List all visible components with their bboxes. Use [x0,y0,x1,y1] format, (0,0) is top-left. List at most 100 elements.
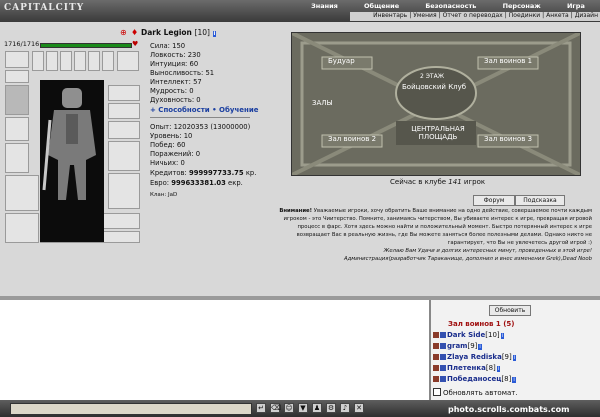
info-draws: Ничьих: 0 [150,159,185,167]
slot-earring[interactable] [74,51,86,71]
slot-bracer[interactable] [117,51,139,71]
map-floor2[interactable]: 2 ЭТАЖ [420,73,444,80]
stat-endurance: Выносливость: 51 [150,69,215,77]
map-room-hall2[interactable]: Зал воинов 2 [328,135,376,143]
filter-icon[interactable]: ▼ [298,403,308,413]
slot-bracers-r[interactable] [108,121,140,139]
info-losses: Поражений: 0 [150,150,201,158]
info-icon[interactable]: i [212,31,217,37]
map-room-hall1[interactable]: Зал воинов 1 [484,57,532,65]
menu-security[interactable]: Безопасность [425,2,476,11]
settings-icon[interactable]: ⚙ [326,403,336,413]
slot-ring2[interactable] [46,51,58,71]
slot-belt[interactable] [102,51,114,71]
training-link[interactable]: • Обучение [212,106,258,114]
slot-shield-right[interactable] [108,173,140,209]
submenu-design[interactable]: Дизайн [575,12,598,21]
map-room-hall3[interactable]: Зал воинов 3 [484,135,532,143]
slot-weapon-left[interactable] [5,143,29,173]
info-level: Уровень: 10 [150,132,193,140]
align-icon [440,343,446,349]
watermark: photo.scrolls.combats.com [448,405,570,414]
slot-mask[interactable] [5,85,29,115]
forum-button[interactable]: Форум [473,195,515,206]
clan-icon [433,376,439,382]
exit-icon[interactable]: ✕ [354,403,364,413]
logo: CAPITALCITY [4,3,85,13]
align-icon [440,365,446,371]
chat-input[interactable] [10,403,252,415]
menu-character[interactable]: Персонаж [503,2,541,11]
slot-boots[interactable] [5,213,39,243]
clan-icon [433,343,439,349]
submenu-transfers[interactable]: Отчет о переводах [443,12,503,21]
stat-intellect: Интеллект: 57 [150,78,202,86]
submenu-fights[interactable]: Поединки [509,12,540,21]
clan-label: Клан: JaD [150,192,178,198]
info-icon[interactable]: i [512,377,516,383]
sound-icon[interactable]: ♪ [340,403,350,413]
hp-fill [40,43,132,48]
location-map[interactable]: Будуар Зал воинов 1 Зал воинов 2 Зал вои… [291,31,581,177]
room-title: Зал воинов 1 (5) [448,320,515,328]
stat-wisdom: Мудрость: 0 [150,87,194,95]
slot-ring-r1[interactable] [108,85,140,101]
slot-gloves[interactable] [5,70,29,83]
help-button[interactable]: Подсказка [515,195,565,206]
player-row[interactable]: gram[9] i [433,342,482,350]
menu-game[interactable]: Игра [567,2,585,11]
hp-text: 1716/1716 [4,40,40,48]
submenu-profile[interactable]: Анкета [546,12,569,21]
slot-ring-r2[interactable] [108,103,140,119]
send-icon[interactable]: ↵ [256,403,266,413]
player-row[interactable]: Zlaya Rediska[9] i [433,353,517,361]
player-row[interactable]: Плетенка[8] i [433,364,501,372]
abilities-link[interactable]: + Способности [150,106,210,114]
character-name-text: Dark Legion [141,28,192,37]
auto-refresh-toggle[interactable]: Обновлять автомат. [433,388,518,397]
info-euro: Евро: 999633381.03 екр. [150,179,243,187]
align-icon [440,354,446,360]
info-icon[interactable]: i [478,344,482,350]
refresh-button[interactable]: Обновить [489,305,531,316]
submenu-inventory[interactable]: Инвентарь [373,12,407,21]
character-avatar [40,80,104,242]
clan-emblem-icon[interactable]: ⊕ [120,28,127,37]
slot-shield[interactable] [5,117,29,141]
menu-communication[interactable]: Общение [364,2,399,11]
align-icon [440,376,446,382]
info-icon[interactable]: i [512,355,517,361]
map-central-square[interactable]: ЦЕНТРАЛЬНАЯ ПЛОЩАДЬ [404,125,472,141]
character-level: [10] [194,28,210,37]
slot-ring1[interactable] [32,51,44,71]
checkbox[interactable] [433,388,441,396]
slot-weapon-right[interactable] [108,141,140,171]
menu-knowledge[interactable]: Знания [311,2,338,11]
slot-ring3[interactable] [60,51,72,71]
info-icon[interactable]: i [496,366,501,372]
main-menu: Знания Общение Безопасность Персонаж Игр… [298,2,598,11]
slot-helmet[interactable] [5,51,29,68]
online-count: Сейчас в клубе 141 игрок [390,178,486,186]
chat-area[interactable] [0,300,431,400]
sub-menu: Инвентарь | Умения | Отчет о переводах | По… [350,12,600,21]
map-fight-club[interactable]: Бойцовский Клуб [402,83,466,91]
character-name[interactable]: Dark Legion [10] i [141,28,217,37]
heart-icon: ♥ [132,40,139,48]
people-icon[interactable]: ♟ [312,403,322,413]
stat-agility: Ловкость: 230 [150,51,201,59]
submenu-skills[interactable]: Умения [413,12,436,21]
clan-icon [433,332,439,338]
clear-icon[interactable]: ⌫ [270,403,281,413]
stat-spirituality: Духовность: 0 [150,96,201,104]
smile-icon[interactable]: ☺ [284,403,294,413]
player-row[interactable]: Dark Side[10] i [433,331,505,339]
map-room-boudoir[interactable]: Будуар [328,57,355,65]
ability-links: + Способности • Обучение [150,106,259,114]
slot-armor[interactable] [5,175,39,211]
info-experience: Опыт: 12020353 (13000000) [150,123,251,131]
map-halls: ЗАЛЫ [312,99,333,107]
player-row[interactable]: Победаносец[8] i [433,375,516,383]
info-icon[interactable]: i [500,333,505,339]
slot-amulet[interactable] [88,51,100,71]
